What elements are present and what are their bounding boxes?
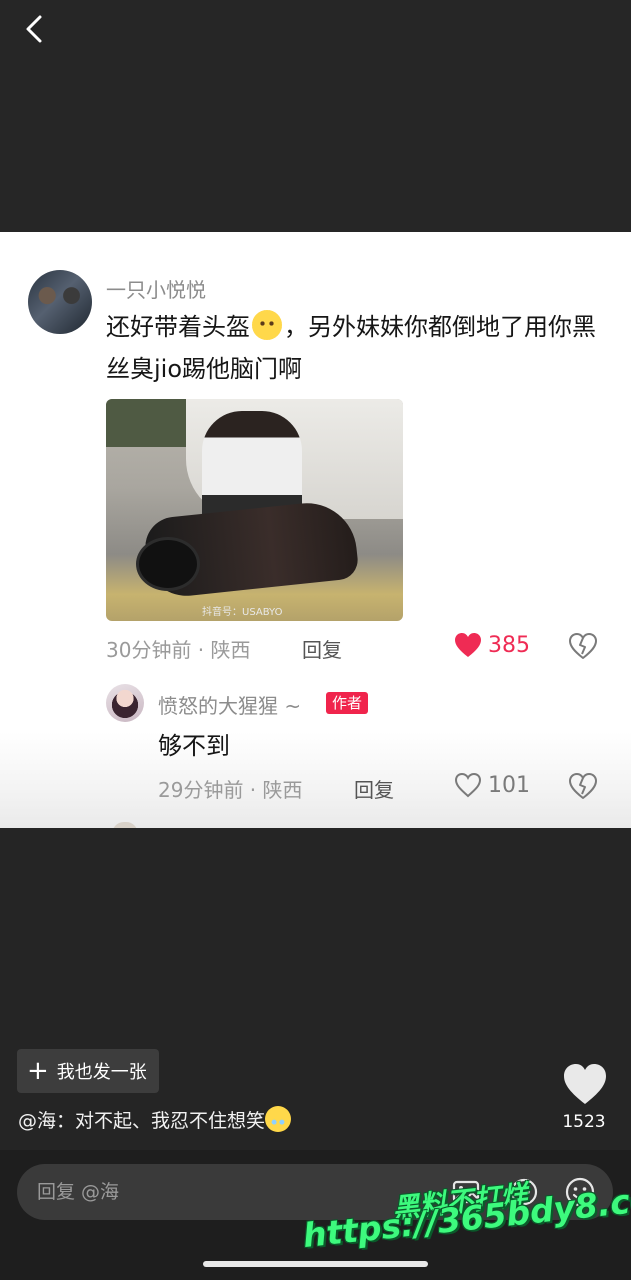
reply-like-button[interactable]: 101 <box>454 772 530 798</box>
post-image-label: 我也发一张 <box>56 1062 147 1083</box>
back-icon[interactable] <box>18 12 52 46</box>
comment-like-button[interactable]: 385 <box>454 632 530 658</box>
crying-emoji-icon <box>265 1106 292 1132</box>
reply-time: 29分钟前 <box>158 778 244 802</box>
home-indicator <box>203 1261 428 1267</box>
comment-image[interactable]: 抖音号：USABYO <box>106 399 403 621</box>
comment-text-part1: 还好带着头盔 <box>106 313 250 341</box>
reply-avatar[interactable] <box>106 684 144 722</box>
post-caption: @海：对不起、我忍不住想笑 <box>18 1106 292 1133</box>
heart-icon <box>455 633 481 657</box>
comment-like-count: 385 <box>488 632 530 658</box>
next-comment-avatar <box>112 822 138 828</box>
author-badge: 作者 <box>326 692 369 714</box>
comment-time: 30分钟前 <box>106 638 192 662</box>
heart-outline-icon <box>454 772 482 798</box>
caption-text: @海：对不起、我忍不住想笑 <box>18 1110 266 1132</box>
heart-icon <box>564 1064 606 1104</box>
reply-reply-button[interactable]: 回复 <box>354 774 394 803</box>
post-image-button[interactable]: + 我也发一张 <box>17 1049 159 1093</box>
pleading-emoji-icon <box>252 310 282 340</box>
comment-location: 陕西 <box>210 638 251 662</box>
comment-username[interactable]: 一只小悦悦 <box>106 274 206 303</box>
reply-meta: 29分钟前 · 陕西 <box>158 778 303 802</box>
top-area <box>0 0 631 232</box>
like-count: 1523 <box>562 1112 606 1132</box>
reply-username[interactable]: 愤怒的大猩猩 ~ <box>158 690 301 719</box>
image-hedge <box>106 399 196 447</box>
reply-location: 陕西 <box>262 778 303 802</box>
image-helmet <box>136 537 200 591</box>
reply-text: 够不到 <box>158 732 230 760</box>
comment-text: 还好带着头盔 ，另外妹妹你都倒地了用你黑丝臭jio踢他脑门啊 <box>106 306 616 390</box>
image-watermark: 抖音号：USABYO <box>202 607 283 618</box>
like-button[interactable] <box>562 1062 608 1106</box>
reply-broken-heart-icon[interactable] <box>568 772 598 802</box>
plus-icon: + <box>27 1056 49 1086</box>
comment-meta: 30分钟前 · 陕西 <box>106 638 251 662</box>
avatar[interactable] <box>28 270 92 334</box>
comment-card: 一只小悦悦 还好带着头盔 ，另外妹妹你都倒地了用你黑丝臭jio踢他脑门啊 抖音号：… <box>0 232 631 828</box>
reply-button[interactable]: 回复 <box>302 634 342 663</box>
reply-like-count: 101 <box>488 772 530 798</box>
broken-heart-icon[interactable] <box>568 632 598 662</box>
